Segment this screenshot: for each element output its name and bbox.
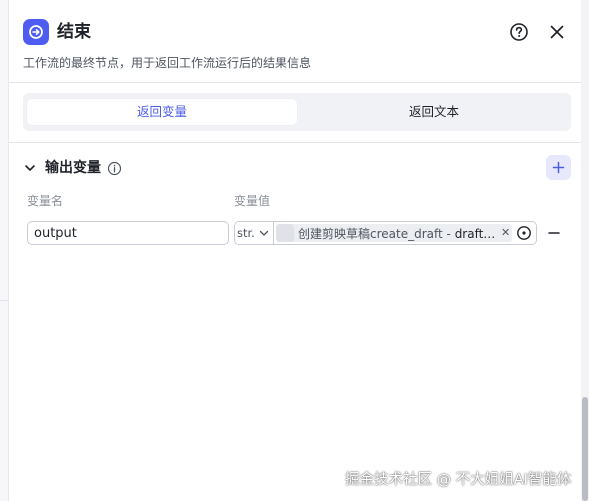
panel-header: 结束 工作流的最终节点，用于返回工作流运行后的结果信息 <box>9 0 582 83</box>
tab-bar: 返回变量 返回文本 <box>23 93 571 131</box>
watermark-text: 掘金技术社区 @ 不大姐姐AI智能体 <box>345 472 572 488</box>
column-label-name: 变量名 <box>27 194 64 208</box>
variable-value-field[interactable]: 创建剪映草稿create_draft - draft… ✕ <box>273 221 537 245</box>
variable-type-select[interactable]: str. <box>234 221 274 245</box>
canvas-background <box>0 0 8 501</box>
scrollbar-thumb[interactable] <box>582 397 588 501</box>
column-label-value: 变量值 <box>234 194 271 208</box>
chevron-down-icon[interactable] <box>23 161 37 175</box>
chevron-down-icon <box>259 230 269 236</box>
tab-return-text[interactable]: 返回文本 <box>301 99 567 125</box>
variable-name-input[interactable] <box>27 221 229 245</box>
output-section-header[interactable]: 输出变量 <box>23 156 122 180</box>
end-node-icon <box>23 19 49 45</box>
panel-description: 工作流的最终节点，用于返回工作流运行后的结果信息 <box>23 56 312 70</box>
remove-reference-icon[interactable]: ✕ <box>501 227 510 239</box>
output-section-title: 输出变量 <box>45 160 101 176</box>
section-divider <box>9 142 582 143</box>
variable-type-value: str. <box>237 226 255 240</box>
remove-variable-button[interactable] <box>546 225 562 241</box>
panel-title: 结束 <box>57 22 91 42</box>
help-icon[interactable] <box>509 22 529 42</box>
node-reference-icon <box>276 224 294 242</box>
tab-return-variables[interactable]: 返回变量 <box>27 99 297 125</box>
select-variable-icon[interactable] <box>516 225 532 241</box>
close-icon[interactable] <box>547 22 567 42</box>
variable-reference-tag[interactable]: 创建剪映草稿create_draft - draft… ✕ <box>276 224 512 242</box>
add-variable-button[interactable] <box>546 155 571 180</box>
plus-icon <box>552 161 565 174</box>
variable-reference-text: 创建剪映草稿create_draft - draft… <box>298 226 496 241</box>
info-icon[interactable] <box>107 161 122 176</box>
canvas-divider <box>0 270 8 301</box>
node-settings-panel: 结束 工作流的最终节点，用于返回工作流运行后的结果信息 返回变量 返回文本 输出… <box>8 0 582 501</box>
